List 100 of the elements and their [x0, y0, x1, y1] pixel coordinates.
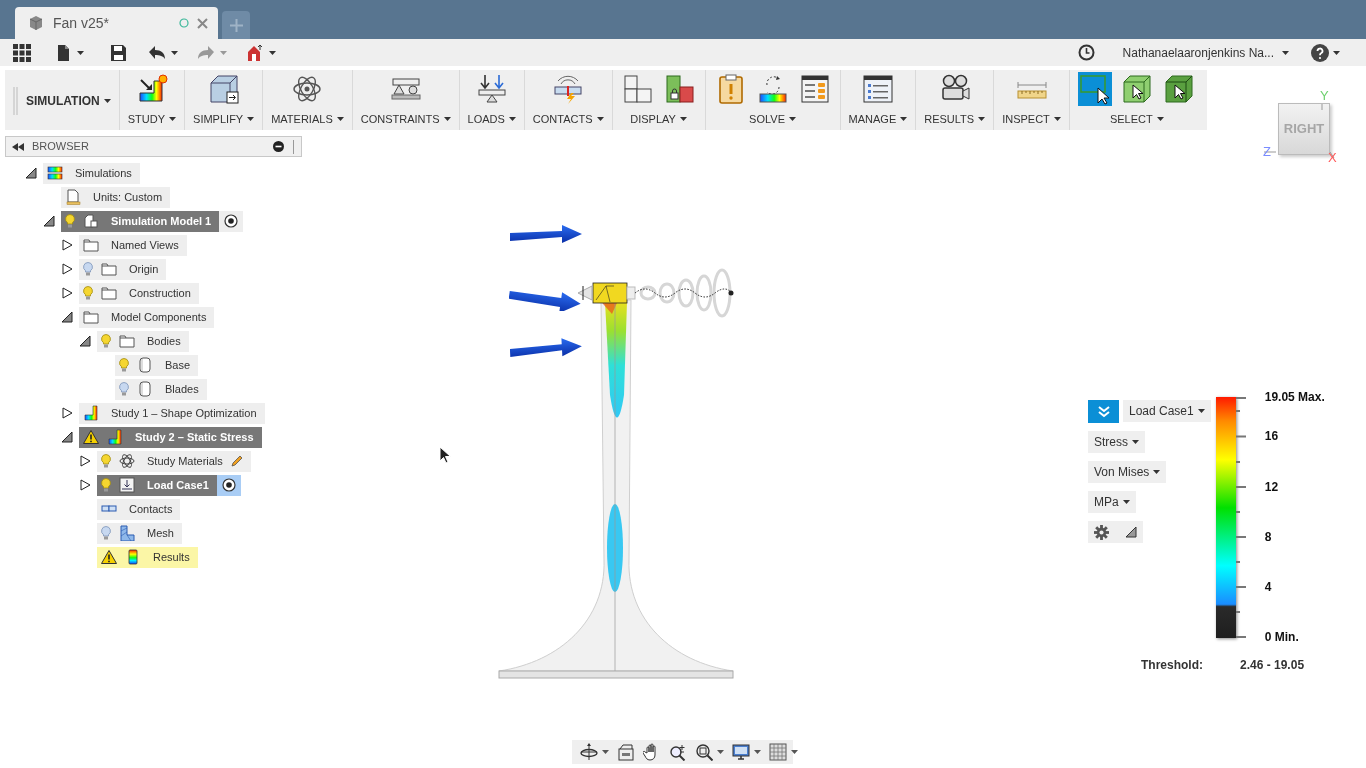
- group-menu[interactable]: SOLVE: [749, 112, 796, 126]
- orbit-icon[interactable]: [580, 743, 598, 761]
- group-menu[interactable]: SIMPLIFY: [193, 112, 255, 126]
- group-menu[interactable]: INSPECT: [1002, 112, 1061, 126]
- activate-radio[interactable]: [216, 474, 241, 496]
- zoom-window-icon[interactable]: [695, 743, 713, 761]
- item-label: Units: Custom: [92, 189, 163, 205]
- expand-toggle-icon[interactable]: [79, 479, 91, 491]
- clock-icon[interactable]: [1077, 44, 1095, 61]
- dropdown-button[interactable]: MPa: [1088, 491, 1136, 513]
- dropdown-button[interactable]: Stress: [1088, 431, 1145, 453]
- tree-item[interactable]: Mesh: [97, 522, 182, 544]
- lightbulb-icon[interactable]: [65, 214, 75, 228]
- grip-icon[interactable]: [13, 87, 18, 115]
- dropdown-button[interactable]: Von Mises: [1088, 461, 1167, 483]
- caret-icon: [443, 117, 451, 121]
- threshold-value: 2.46 - 19.05: [1240, 657, 1305, 674]
- caret-icon: [336, 117, 344, 121]
- stress-l-icon: [83, 405, 99, 421]
- folder-icon: [83, 309, 99, 325]
- minus-circle-icon[interactable]: [273, 141, 284, 152]
- group-menu[interactable]: SELECT: [1109, 112, 1164, 126]
- tree-item[interactable]: Study 1 – Shape Optimization: [79, 402, 265, 424]
- tree-item[interactable]: Load Case1: [97, 474, 217, 496]
- dropdown-button[interactable]: Load Case1: [1123, 400, 1211, 422]
- group-menu[interactable]: CONTACTS: [532, 112, 604, 126]
- home-upload-icon[interactable]: [245, 43, 265, 62]
- tree-item[interactable]: Simulations: [43, 162, 140, 184]
- tree-item[interactable]: Units: Custom: [61, 186, 171, 208]
- collapse-toggle-icon[interactable]: [43, 215, 55, 227]
- item-label: Load Case1: [146, 477, 209, 493]
- group-menu[interactable]: CONSTRAINTS: [360, 112, 451, 126]
- group-menu[interactable]: DISPLAY: [630, 112, 687, 126]
- atom-icon: [119, 453, 135, 469]
- window-select-tool[interactable]: [1077, 72, 1112, 106]
- collapse-icon[interactable]: [12, 142, 24, 151]
- pencil-icon[interactable]: [230, 455, 243, 467]
- group-menu[interactable]: MANAGE: [848, 112, 908, 126]
- expand-toggle-icon[interactable]: [61, 239, 73, 251]
- grid-icon[interactable]: [769, 743, 787, 761]
- scale-label: 12: [1264, 480, 1279, 494]
- tree-item[interactable]: Origin: [79, 258, 167, 280]
- user-menu[interactable]: Nathanaelaaronjenkins Na...: [1122, 43, 1289, 62]
- plus-icon: [229, 18, 243, 32]
- load-box-icon: [119, 477, 135, 493]
- caret-icon: [169, 117, 177, 121]
- group-menu[interactable]: MATERIALS: [271, 112, 344, 126]
- axis-label: Z: [1263, 143, 1271, 161]
- workspace-menu[interactable]: SIMULATION: [18, 92, 111, 110]
- look-at-icon[interactable]: [617, 743, 635, 761]
- item-label: Model Components: [110, 309, 207, 325]
- activate-radio[interactable]: [219, 210, 244, 232]
- scale-label: 0 Min.: [1264, 630, 1299, 644]
- save-icon[interactable]: [108, 43, 128, 62]
- monitor-icon[interactable]: [732, 743, 750, 761]
- tree-item[interactable]: Construction: [79, 282, 199, 304]
- collapse-toggle-icon[interactable]: [61, 431, 73, 443]
- item-label: Study 2 – Static Stress: [134, 429, 254, 445]
- item-label: Construction: [128, 285, 191, 301]
- tree-item[interactable]: Blades: [115, 378, 207, 400]
- expand-toggle-icon[interactable]: [61, 407, 73, 419]
- expand-toggle-icon[interactable]: [61, 287, 73, 299]
- zoom-icon[interactable]: [669, 743, 687, 761]
- tree-item[interactable]: Simulation Model 1: [61, 210, 220, 232]
- close-icon[interactable]: [197, 17, 208, 29]
- collapse-legend-button[interactable]: [1088, 400, 1119, 423]
- help-icon[interactable]: [1311, 43, 1329, 62]
- caret-icon: [103, 99, 111, 103]
- tree-item[interactable]: Named Views: [79, 234, 187, 256]
- group-menu[interactable]: LOADS: [467, 112, 516, 126]
- document-tab[interactable]: Fan v25*: [15, 7, 218, 39]
- collapse-toggle-icon[interactable]: [79, 335, 91, 347]
- tree-item[interactable]: Model Components: [79, 306, 215, 328]
- group-menu[interactable]: RESULTS: [924, 112, 986, 126]
- folder-icon: [101, 285, 117, 301]
- gear-icon[interactable]: [1094, 524, 1109, 540]
- mouse-cursor-icon: [439, 446, 451, 464]
- collapse-toggle-icon[interactable]: [61, 311, 73, 323]
- tree-item[interactable]: Contacts: [97, 498, 181, 520]
- tree-item[interactable]: Study 2 – Static Stress: [79, 426, 262, 448]
- tree-item[interactable]: Results: [97, 546, 198, 568]
- caret-icon: [1153, 470, 1161, 474]
- group-menu[interactable]: STUDY: [127, 112, 177, 126]
- expand-toggle-icon[interactable]: [79, 455, 91, 467]
- tree-item[interactable]: Study Materials: [97, 450, 251, 472]
- lightbulb-icon[interactable]: [101, 478, 111, 492]
- tree-item[interactable]: Base: [115, 354, 199, 376]
- grid-menu-icon[interactable]: [12, 43, 32, 62]
- expand-toggle-icon[interactable]: [61, 263, 73, 275]
- settings-list-tool[interactable]: [860, 72, 895, 106]
- caret-icon: [220, 50, 227, 55]
- grip-icon[interactable]: [292, 139, 295, 154]
- panel-title: BROWSER: [32, 139, 90, 155]
- item-label: Base: [164, 357, 191, 373]
- caret-icon: [171, 50, 178, 55]
- collapse-toggle-icon[interactable]: [25, 167, 37, 179]
- triangle-icon[interactable]: [1125, 526, 1137, 538]
- tree-item[interactable]: Bodies: [97, 330, 189, 352]
- cube-icon: [27, 14, 45, 32]
- mesh-icon: [119, 525, 135, 541]
